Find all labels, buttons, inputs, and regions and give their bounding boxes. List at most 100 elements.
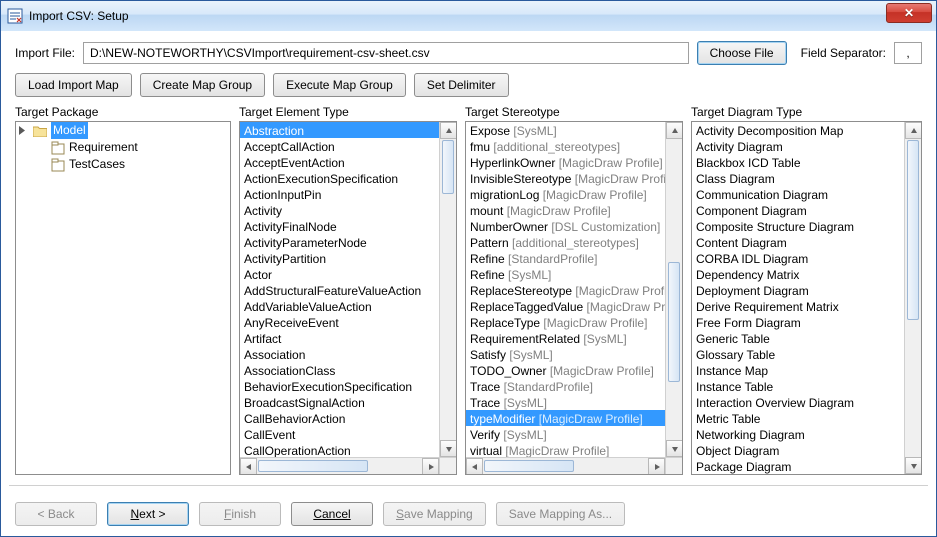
- list-item[interactable]: Verify [SysML]: [466, 426, 665, 442]
- create-map-group-button[interactable]: Create Map Group: [140, 73, 265, 97]
- list-item[interactable]: Activity Decomposition Map: [692, 122, 904, 138]
- list-item[interactable]: AnyReceiveEvent: [240, 314, 439, 330]
- list-item[interactable]: Component Diagram: [692, 202, 904, 218]
- list-item[interactable]: ActivityParameterNode: [240, 234, 439, 250]
- list-item[interactable]: Package Diagram: [692, 458, 904, 474]
- list-item[interactable]: Artifact: [240, 330, 439, 346]
- list-item[interactable]: Association: [240, 346, 439, 362]
- scroll-thumb[interactable]: [484, 460, 574, 472]
- vertical-scrollbar[interactable]: [904, 122, 921, 474]
- list-item[interactable]: RequirementRelated [SysML]: [466, 330, 665, 346]
- horizontal-scrollbar[interactable]: [240, 457, 439, 474]
- vertical-scrollbar[interactable]: [665, 122, 682, 457]
- scroll-thumb[interactable]: [668, 262, 680, 382]
- list-item[interactable]: CallOperationAction: [240, 442, 439, 457]
- list-item[interactable]: Interaction Overview Diagram: [692, 394, 904, 410]
- scroll-down-button[interactable]: [666, 440, 682, 457]
- list-item[interactable]: Content Diagram: [692, 234, 904, 250]
- list-item[interactable]: AddVariableValueAction: [240, 298, 439, 314]
- list-item[interactable]: Expose [SysML]: [466, 122, 665, 138]
- scroll-right-button[interactable]: [422, 458, 439, 474]
- list-item[interactable]: Blackbox ICD Table: [692, 154, 904, 170]
- list-item[interactable]: Metric Table: [692, 410, 904, 426]
- list-item[interactable]: CallEvent: [240, 426, 439, 442]
- scroll-up-button[interactable]: [905, 122, 921, 139]
- list-item[interactable]: ActionInputPin: [240, 186, 439, 202]
- list-item[interactable]: AcceptCallAction: [240, 138, 439, 154]
- target-diagram-type-list[interactable]: Activity Decomposition MapActivity Diagr…: [691, 121, 922, 475]
- list-item[interactable]: Pattern [additional_stereotypes]: [466, 234, 665, 250]
- list-item[interactable]: typeModifier [MagicDraw Profile]: [466, 410, 665, 426]
- target-stereotype-list[interactable]: Expose [SysML]fmu [additional_stereotype…: [465, 121, 683, 475]
- execute-map-group-button[interactable]: Execute Map Group: [273, 73, 406, 97]
- list-item[interactable]: Composite Structure Diagram: [692, 218, 904, 234]
- list-item[interactable]: Networking Diagram: [692, 426, 904, 442]
- list-item[interactable]: HyperlinkOwner [MagicDraw Profile]: [466, 154, 665, 170]
- list-item[interactable]: ReplaceType [MagicDraw Profile]: [466, 314, 665, 330]
- field-separator-input[interactable]: [894, 42, 922, 64]
- scroll-down-button[interactable]: [440, 440, 456, 457]
- list-item[interactable]: Instance Table: [692, 378, 904, 394]
- scroll-left-button[interactable]: [466, 458, 483, 474]
- choose-file-button[interactable]: Choose File: [697, 41, 787, 65]
- cancel-button[interactable]: Cancel: [291, 502, 373, 526]
- list-item[interactable]: ReplaceTaggedValue [MagicDraw Profile]: [466, 298, 665, 314]
- scroll-thumb[interactable]: [442, 140, 454, 194]
- list-item[interactable]: Deployment Diagram: [692, 282, 904, 298]
- list-item[interactable]: NumberOwner [DSL Customization]: [466, 218, 665, 234]
- list-item[interactable]: Refine [StandardProfile]: [466, 250, 665, 266]
- list-item[interactable]: Activity Diagram: [692, 138, 904, 154]
- tree-node[interactable]: TestCases: [34, 156, 230, 173]
- list-item[interactable]: Refine [SysML]: [466, 266, 665, 282]
- list-item[interactable]: Generic Table: [692, 330, 904, 346]
- list-item[interactable]: CORBA IDL Diagram: [692, 250, 904, 266]
- list-item[interactable]: Class Diagram: [692, 170, 904, 186]
- scroll-up-button[interactable]: [440, 122, 456, 139]
- list-item[interactable]: Dependency Matrix: [692, 266, 904, 282]
- list-item[interactable]: Activity: [240, 202, 439, 218]
- list-item[interactable]: BroadcastSignalAction: [240, 394, 439, 410]
- target-element-type-list[interactable]: AbstractionAcceptCallActionAcceptEventAc…: [239, 121, 457, 475]
- expand-icon[interactable]: [18, 125, 29, 136]
- list-item[interactable]: ActionExecutionSpecification: [240, 170, 439, 186]
- scroll-thumb[interactable]: [258, 460, 368, 472]
- list-item[interactable]: ActivityPartition: [240, 250, 439, 266]
- target-package-tree[interactable]: Model RequirementTestCases: [15, 121, 231, 475]
- load-import-map-button[interactable]: Load Import Map: [15, 73, 132, 97]
- list-item[interactable]: Trace [SysML]: [466, 394, 665, 410]
- list-item[interactable]: Glossary Table: [692, 346, 904, 362]
- list-item[interactable]: migrationLog [MagicDraw Profile]: [466, 186, 665, 202]
- vertical-scrollbar[interactable]: [439, 122, 456, 457]
- list-item[interactable]: AddStructuralFeatureValueAction: [240, 282, 439, 298]
- list-item[interactable]: Object Diagram: [692, 442, 904, 458]
- list-item[interactable]: Satisfy [SysML]: [466, 346, 665, 362]
- horizontal-scrollbar[interactable]: [466, 457, 665, 474]
- list-item[interactable]: Instance Map: [692, 362, 904, 378]
- list-item[interactable]: ActivityFinalNode: [240, 218, 439, 234]
- list-item[interactable]: Communication Diagram: [692, 186, 904, 202]
- list-item[interactable]: ReplaceStereotype [MagicDraw Profile]: [466, 282, 665, 298]
- list-item[interactable]: InvisibleStereotype [MagicDraw Profile]: [466, 170, 665, 186]
- scroll-left-button[interactable]: [240, 458, 257, 474]
- list-item[interactable]: Derive Requirement Matrix: [692, 298, 904, 314]
- import-file-input[interactable]: [83, 42, 689, 64]
- list-item[interactable]: virtual [MagicDraw Profile]: [466, 442, 665, 457]
- tree-node-model[interactable]: Model: [16, 122, 230, 139]
- list-item[interactable]: BehaviorExecutionSpecification: [240, 378, 439, 394]
- list-item[interactable]: Abstraction: [240, 122, 439, 138]
- scroll-thumb[interactable]: [907, 140, 919, 320]
- list-item[interactable]: mount [MagicDraw Profile]: [466, 202, 665, 218]
- set-delimiter-button[interactable]: Set Delimiter: [414, 73, 509, 97]
- list-item[interactable]: Actor: [240, 266, 439, 282]
- list-item[interactable]: CallBehaviorAction: [240, 410, 439, 426]
- scroll-up-button[interactable]: [666, 122, 682, 139]
- next-button[interactable]: Next >: [107, 502, 189, 526]
- scroll-right-button[interactable]: [648, 458, 665, 474]
- list-item[interactable]: fmu [additional_stereotypes]: [466, 138, 665, 154]
- tree-node[interactable]: Requirement: [34, 139, 230, 156]
- list-item[interactable]: Free Form Diagram: [692, 314, 904, 330]
- list-item[interactable]: AssociationClass: [240, 362, 439, 378]
- scroll-down-button[interactable]: [905, 457, 921, 474]
- close-button[interactable]: ✕: [886, 3, 932, 23]
- list-item[interactable]: Trace [StandardProfile]: [466, 378, 665, 394]
